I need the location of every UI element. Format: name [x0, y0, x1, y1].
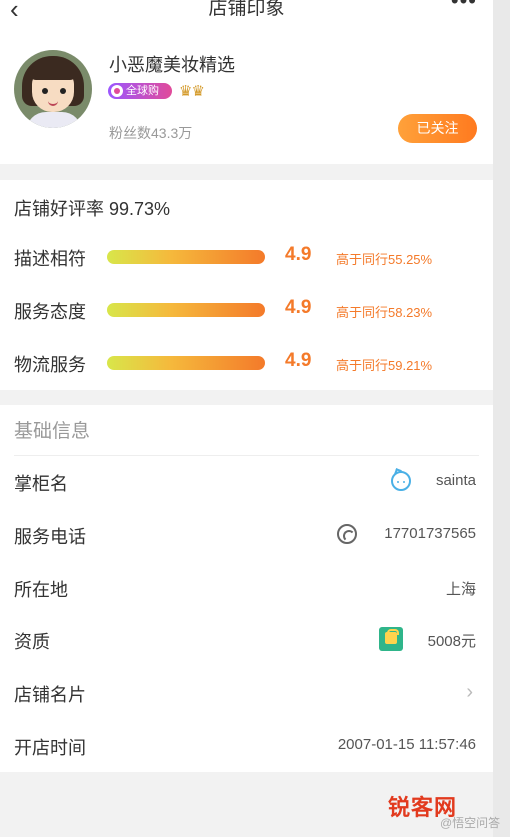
info-key: 开店时间 [14, 738, 86, 758]
shop-name: 小恶魔美妆精选 [109, 55, 235, 75]
chevron-right-icon[interactable]: › [466, 681, 473, 704]
page: ‹ 店铺印象 ••• 小恶魔美妆精选 全球购 ♛♛ 粉丝数43.3万 已关注 店… [0, 0, 493, 837]
info-key: 所在地 [14, 580, 68, 600]
info-row-open-time: 开店时间 2007-01-15 11:57:46 [0, 726, 493, 766]
crown-rank-icon: ♛♛ [179, 83, 205, 100]
info-row-phone[interactable]: 服务电话 17701737565 [0, 515, 493, 555]
global-buy-label: 全球购 [126, 85, 159, 97]
rating-row-description: 描述相符 4.9 高于同行55.25% [0, 243, 493, 273]
avatar[interactable] [14, 50, 92, 128]
shop-header: 小恶魔美妆精选 全球购 ♛♛ 粉丝数43.3万 已关注 [0, 30, 493, 164]
robot-icon [391, 471, 411, 491]
rating-label: 服务态度 [14, 302, 86, 322]
info-row-owner[interactable]: 掌柜名 sainta [0, 462, 493, 502]
rating-score: 4.9 [285, 244, 312, 265]
info-value: 上海 [445, 581, 476, 598]
basic-info-card: 基础信息 掌柜名 sainta 服务电话 17701737565 所在地 上海 … [0, 405, 493, 772]
info-value: 5008元 [427, 633, 476, 650]
top-nav: ‹ 店铺印象 ••• [0, 0, 493, 30]
side-strip [493, 0, 510, 837]
rating-bar [107, 356, 265, 370]
global-buy-badge: 全球购 [108, 83, 172, 99]
rating-row-logistics: 物流服务 4.9 高于同行59.21% [0, 349, 493, 379]
good-rate: 店铺好评率 99.73% [14, 199, 171, 219]
more-icon[interactable]: ••• [451, 0, 477, 14]
divider [14, 455, 479, 456]
rating-bar [107, 250, 265, 264]
rating-score: 4.9 [285, 350, 312, 371]
info-key: 掌柜名 [14, 474, 68, 494]
info-key: 资质 [14, 632, 50, 652]
rating-row-service: 服务态度 4.9 高于同行58.23% [0, 296, 493, 326]
rating-compare: 高于同行59.21% [336, 358, 433, 373]
info-value: 17701737565 [384, 525, 476, 542]
global-buy-icon [111, 85, 123, 97]
watermark-sub: @悟空问答 [440, 816, 501, 830]
rating-compare: 高于同行55.25% [336, 252, 433, 267]
info-row-shop-card[interactable]: 店铺名片 › [0, 673, 493, 713]
info-key: 店铺名片 [14, 685, 86, 705]
rating-score: 4.9 [285, 297, 312, 318]
info-key: 服务电话 [14, 527, 86, 547]
info-value: sainta [435, 472, 476, 489]
phone-icon [337, 524, 357, 544]
info-row-qualification[interactable]: 资质 5008元 [0, 620, 493, 660]
info-row-location: 所在地 上海 [0, 568, 493, 608]
rating-label: 物流服务 [14, 355, 86, 375]
fans-count: 粉丝数43.3万 [109, 125, 193, 141]
page-title: 店铺印象 [208, 0, 285, 19]
certificate-icon [379, 627, 403, 651]
ratings-card: 店铺好评率 99.73% 描述相符 4.9 高于同行55.25% 服务态度 4.… [0, 180, 493, 390]
info-value: 2007-01-15 11:57:46 [337, 736, 476, 753]
rating-compare: 高于同行58.23% [336, 305, 433, 320]
rating-bar [107, 303, 265, 317]
rating-label: 描述相符 [14, 249, 86, 269]
section-title: 基础信息 [14, 421, 91, 442]
follow-button[interactable]: 已关注 [398, 114, 477, 143]
